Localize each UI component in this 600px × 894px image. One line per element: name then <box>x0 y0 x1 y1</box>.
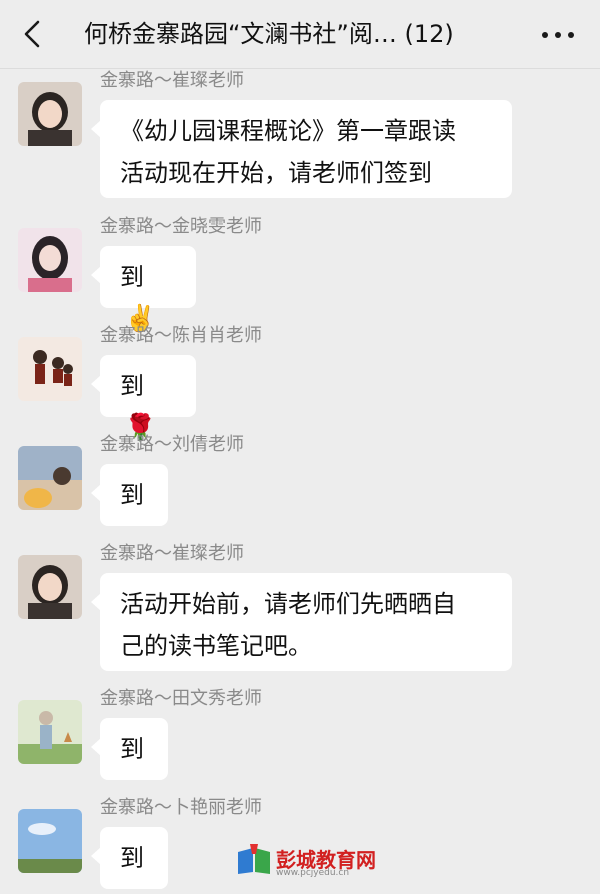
chevron-left-icon <box>24 20 40 48</box>
avatar-photo <box>18 555 82 619</box>
sender-name: 金寨路～陈肖肖老师 <box>100 325 262 346</box>
message-bubble[interactable]: 到 <box>91 827 168 889</box>
sender-name: 金寨路～崔璨老师 <box>100 543 244 564</box>
message-bubble[interactable]: 《幼儿园课程概论》第一章跟读 活动现在开始，请老师们签到 <box>91 100 512 198</box>
message-text: 到 <box>120 844 144 872</box>
message-bubble[interactable]: 到 <box>91 718 168 780</box>
watermark-logo: 彭城教育网 www.pcjyedu.cn <box>236 840 386 880</box>
watermark-url: www.pcjyedu.cn <box>276 868 350 878</box>
avatar[interactable] <box>18 555 82 619</box>
chat-title: 何桥金寨路园“文澜书社”阅… (12) <box>84 20 454 48</box>
message-text: 到 <box>120 263 144 291</box>
avatar-photo <box>18 82 82 146</box>
more-options-button[interactable] <box>538 22 578 46</box>
avatar-photo <box>18 337 82 401</box>
chat-header: 何桥金寨路园“文澜书社”阅… (12) <box>0 0 600 68</box>
avatar-photo <box>18 809 82 873</box>
sender-name: 金寨路～金晓雯老师 <box>100 216 262 237</box>
message-text-line: 《幼儿园课程概论》第一章跟读 <box>120 117 456 145</box>
avatar[interactable] <box>18 446 82 510</box>
book-logo-icon <box>238 844 270 874</box>
sender-name: 金寨路～卜艳丽老师 <box>100 797 262 818</box>
sender-name: 金寨路～田文秀老师 <box>100 688 262 709</box>
avatar[interactable] <box>18 82 82 146</box>
message-bubble[interactable]: 到✌️ <box>91 246 196 334</box>
sender-name: 金寨路～崔璨老师 <box>100 70 244 91</box>
avatar[interactable] <box>18 337 82 401</box>
message-bubble[interactable]: 活动开始前，请老师们先晒晒自 己的读书笔记吧。 <box>91 573 512 671</box>
message-text-line: 己的读书笔记吧。 <box>120 632 312 660</box>
avatar[interactable] <box>18 228 82 292</box>
message-text: 到 <box>120 735 144 763</box>
avatar[interactable] <box>18 700 82 764</box>
avatar-photo <box>18 700 82 764</box>
header-divider <box>0 68 600 69</box>
message-bubble[interactable]: 到 <box>91 464 168 526</box>
message-text: 到 <box>120 481 144 509</box>
avatar-photo <box>18 446 82 510</box>
avatar[interactable] <box>18 809 82 873</box>
back-button[interactable] <box>16 18 48 50</box>
sender-name: 金寨路～刘倩老师 <box>100 434 244 455</box>
message-bubble[interactable]: 到🌹 <box>91 355 196 443</box>
message-text: 到 <box>120 372 144 400</box>
message-text-line: 活动开始前，请老师们先晒晒自 <box>120 590 456 618</box>
message-text-line: 活动现在开始，请老师们签到 <box>120 159 432 187</box>
avatar-photo <box>18 228 82 292</box>
more-dots-icon <box>542 32 548 38</box>
